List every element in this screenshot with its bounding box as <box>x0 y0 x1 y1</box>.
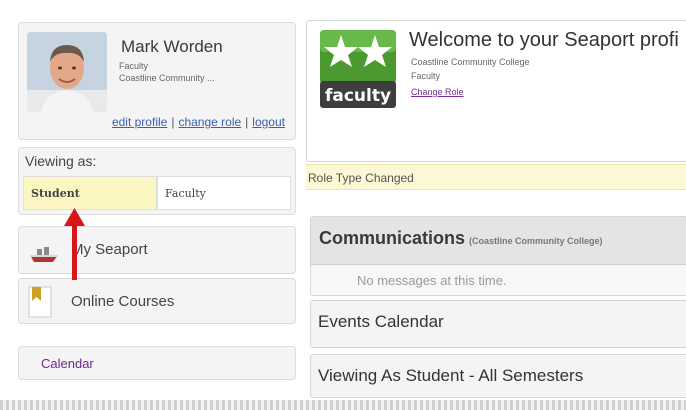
user-organization: Coastline Community ... <box>119 73 215 83</box>
nav-item-online-courses[interactable]: Online Courses <box>18 278 296 324</box>
logout-link[interactable]: logout <box>252 115 285 129</box>
nav-item-my-seaport[interactable]: My Seaport <box>18 226 296 274</box>
communications-panel: Communications (Coastline Community Colle… <box>310 216 686 296</box>
viewing-as-card: Viewing as: Student Faculty <box>18 147 296 215</box>
link-separator: | <box>245 115 249 129</box>
welcome-card: faculty Welcome to your Seaport profi Co… <box>306 20 686 162</box>
edit-profile-link[interactable]: edit profile <box>112 115 167 129</box>
view-option-student[interactable]: Student <box>23 176 157 210</box>
bookmark-icon <box>28 286 52 318</box>
change-role-link[interactable]: change role <box>178 115 241 129</box>
red-arrow-annotation <box>64 208 85 280</box>
empty-messages: No messages at this time. <box>357 273 507 288</box>
ship-icon <box>30 247 58 262</box>
bottom-status-strip <box>0 400 686 410</box>
link-separator: | <box>171 115 175 129</box>
user-name: Mark Worden <box>121 37 223 56</box>
view-option-faculty[interactable]: Faculty <box>157 176 291 210</box>
nav-item-label: Calendar <box>41 356 94 371</box>
communications-title: Communications <box>319 228 466 248</box>
events-calendar-section[interactable]: Events Calendar <box>310 300 686 348</box>
viewing-semesters-section[interactable]: Viewing As Student - All Semesters <box>310 354 686 398</box>
badge-label: faculty <box>325 86 391 106</box>
faculty-badge-icon: faculty <box>320 30 396 108</box>
avatar[interactable] <box>27 32 107 112</box>
communications-header[interactable]: Communications (Coastline Community Colle… <box>311 217 686 265</box>
profile-links: edit profile | change role | logout <box>112 115 285 129</box>
welcome-role: Faculty <box>411 71 441 81</box>
nav-item-label: Online Courses <box>71 293 175 310</box>
change-role-link[interactable]: Change Role <box>411 87 464 97</box>
communications-org: (Coastline Community College) <box>469 236 603 246</box>
welcome-organization: Coastline Community College <box>411 57 530 67</box>
user-role: Faculty <box>119 61 149 71</box>
status-message: Role Type Changed <box>306 164 686 190</box>
viewing-as-label: Viewing as: <box>25 153 97 169</box>
profile-card: Mark Worden Faculty Coastline Community … <box>18 22 296 140</box>
nav-item-calendar[interactable]: Calendar <box>18 346 296 380</box>
welcome-title: Welcome to your Seaport profi <box>409 29 679 51</box>
